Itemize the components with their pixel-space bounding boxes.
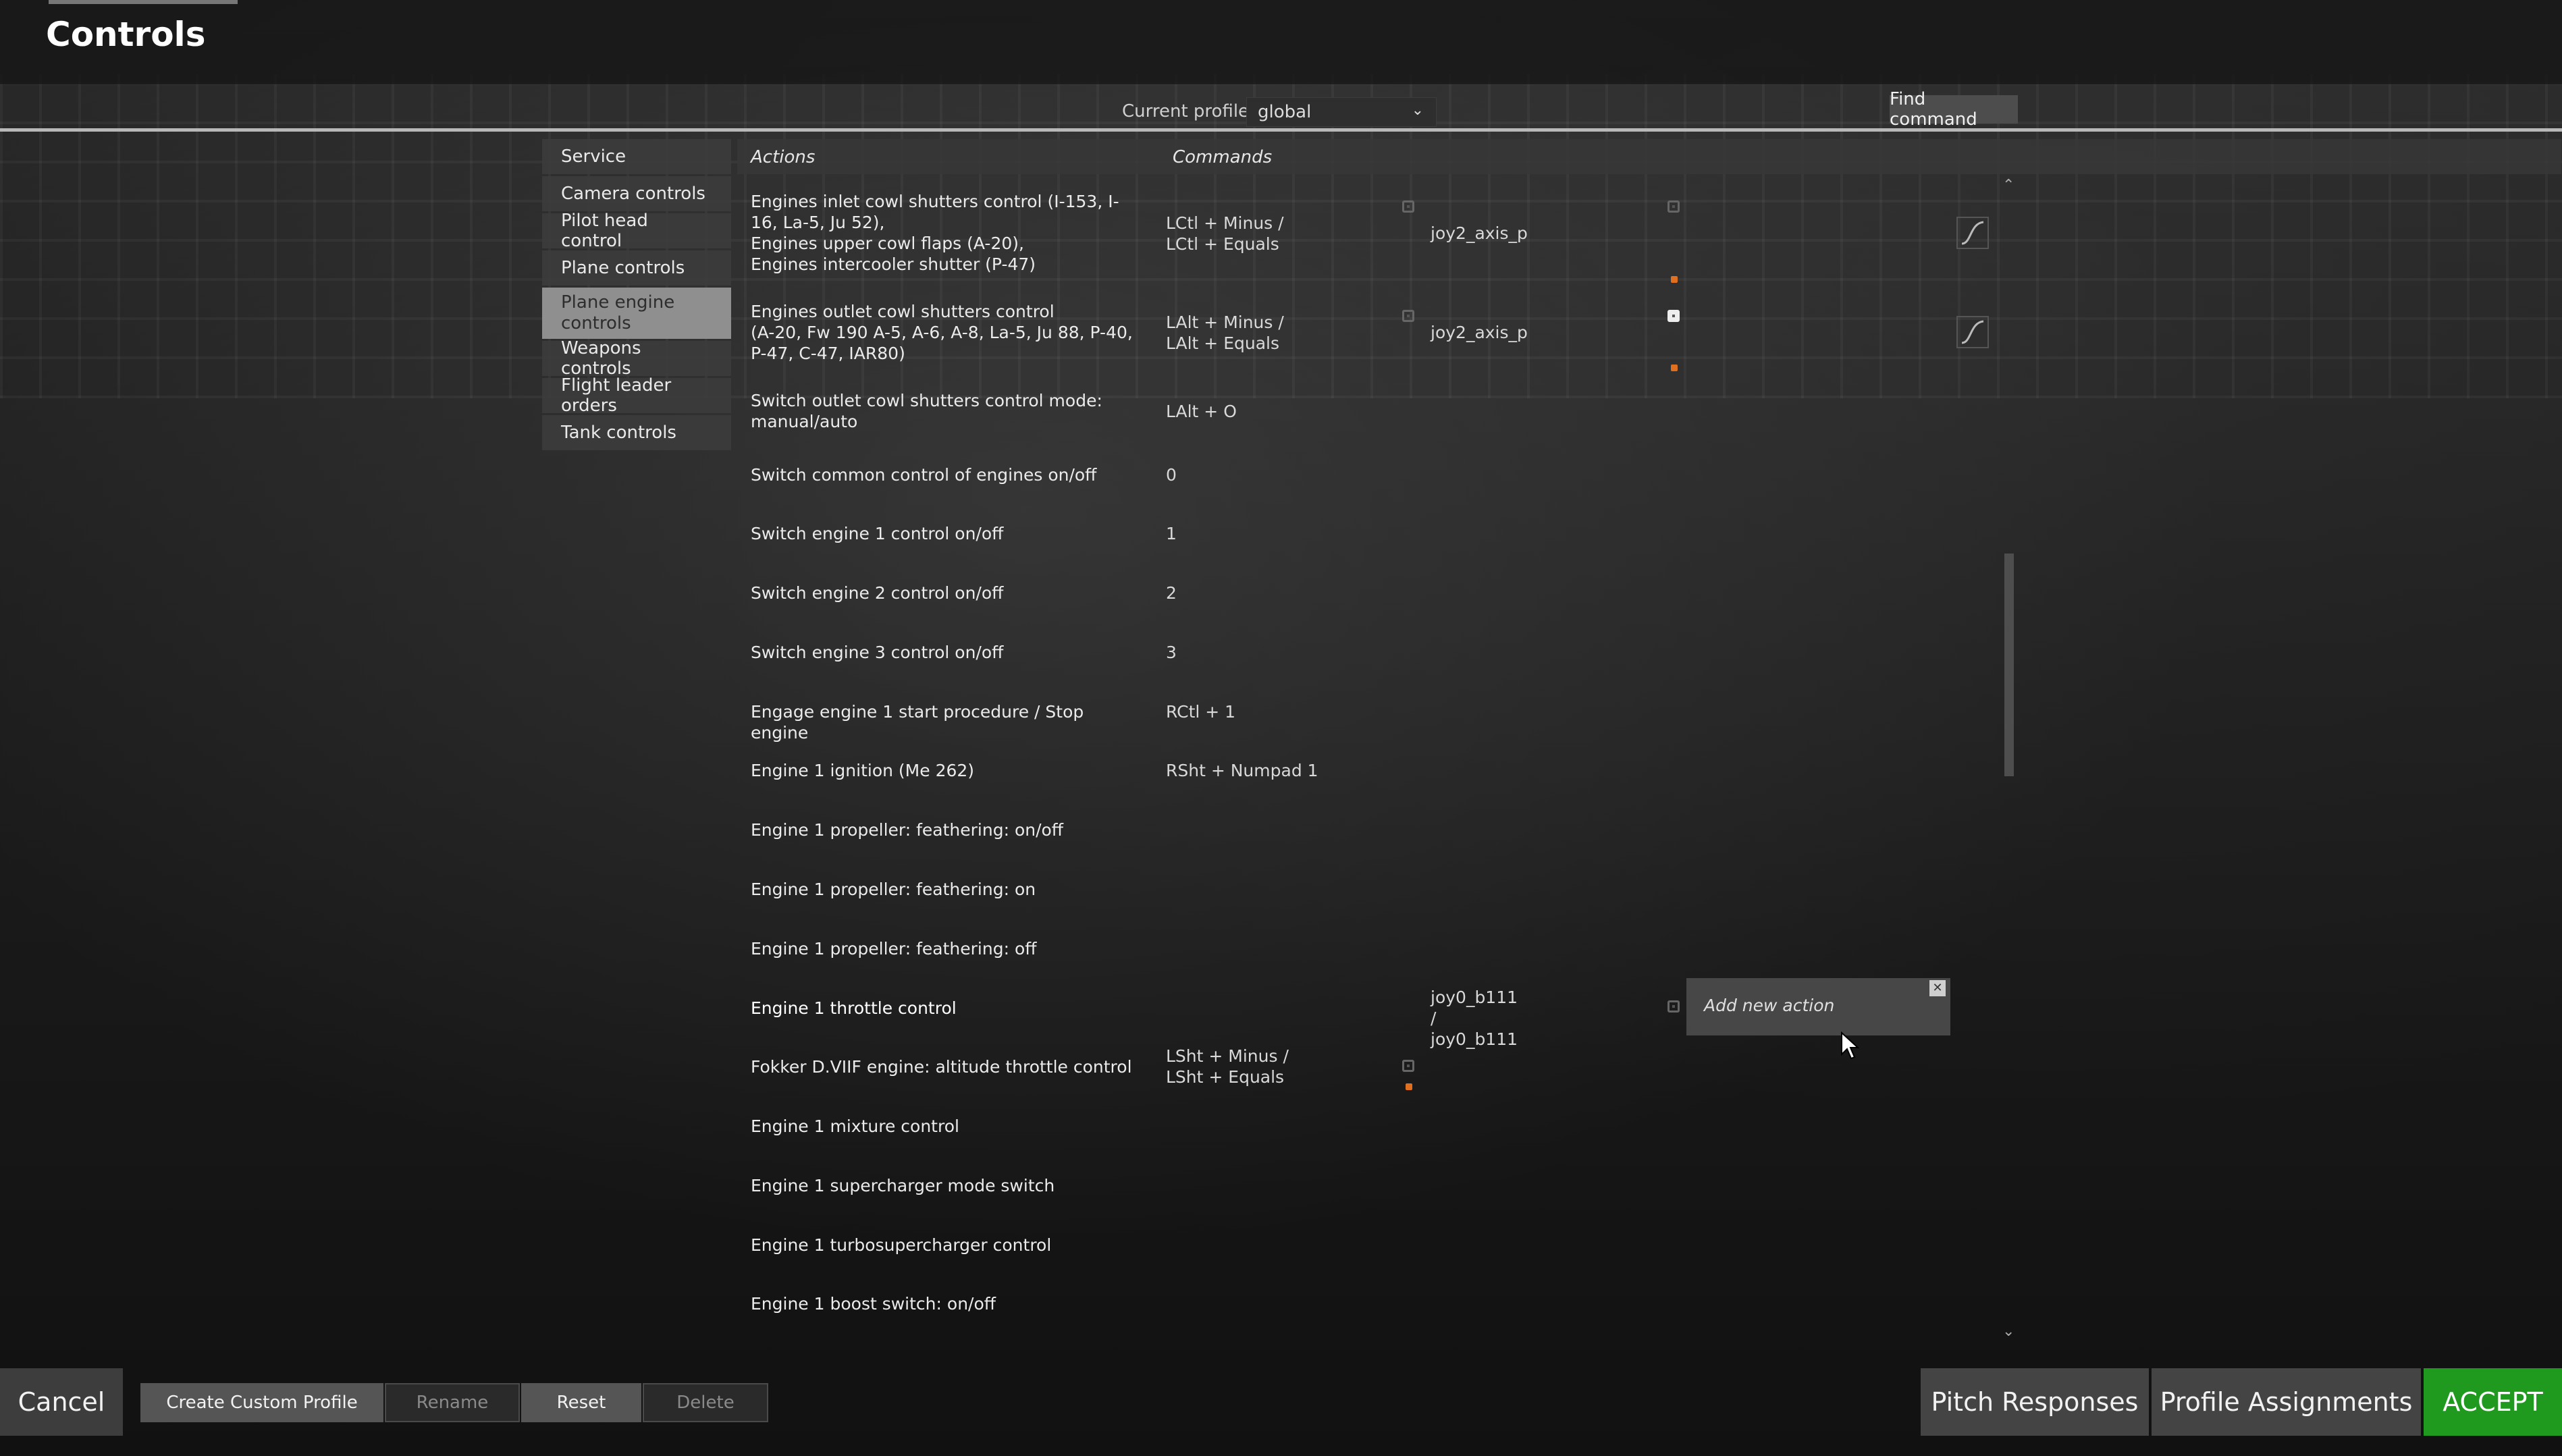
- category-flight-leader-orders[interactable]: Flight leader orders: [542, 375, 731, 416]
- command-cell[interactable]: 1: [1166, 523, 1362, 544]
- category-plane-controls[interactable]: Plane controls: [542, 250, 731, 286]
- page-title: Controls: [46, 15, 206, 54]
- scroll-up-icon[interactable]: ⌃: [2002, 177, 2014, 194]
- action-cell[interactable]: Engine 1 propeller: feathering: on: [751, 879, 1136, 900]
- action-cell[interactable]: Switch engine 2 control on/off: [751, 583, 1136, 603]
- actions-header: Actions: [751, 147, 816, 167]
- action-cell[interactable]: Engine 1 supercharger mode switch: [751, 1175, 1136, 1196]
- action-cell[interactable]: Switch common control of engines on/off: [751, 464, 1136, 485]
- modified-indicator-icon: [1406, 1083, 1412, 1090]
- joystick-cell[interactable]: joy2_axis_p: [1431, 223, 1528, 244]
- action-cell[interactable]: Engage engine 1 start procedure / Stop e…: [751, 701, 1136, 743]
- top-tab-indicator: [49, 0, 238, 4]
- response-curve-icon[interactable]: [1956, 217, 1989, 249]
- command-cell[interactable]: 0: [1166, 464, 1362, 485]
- action-cell[interactable]: Fokker D.VIIF engine: altitude throttle …: [751, 1056, 1136, 1077]
- action-cell[interactable]: Engine 1 propeller: feathering: on/off: [751, 819, 1136, 840]
- accept-button[interactable]: ACCEPT: [2424, 1368, 2562, 1436]
- action-cell[interactable]: Engines inlet cowl shutters control (I-1…: [751, 191, 1136, 275]
- joystick-cell[interactable]: joy0_b111 / joy0_b111: [1431, 987, 1518, 1050]
- command-cell[interactable]: LCtl + Minus / LCtl + Equals: [1166, 213, 1362, 254]
- category-tank-controls[interactable]: Tank controls: [542, 415, 731, 450]
- delete-button[interactable]: Delete: [643, 1383, 768, 1422]
- title-bar: Controls: [0, 0, 2562, 84]
- chevron-down-icon: ⌄: [1411, 102, 1424, 119]
- action-cell[interactable]: Engines outlet cowl shutters control (A-…: [751, 301, 1136, 364]
- binding-settings-icon[interactable]: [1667, 310, 1680, 322]
- table-header: Actions Commands: [737, 139, 2561, 174]
- category-pilot-head-control[interactable]: Pilot head control: [542, 211, 731, 251]
- mouse-cursor-icon: [1841, 1031, 1859, 1060]
- create-custom-profile-button[interactable]: Create Custom Profile: [140, 1383, 383, 1422]
- commands-header: Commands: [1173, 147, 1273, 167]
- binding-settings-icon[interactable]: [1667, 1000, 1680, 1013]
- command-cell[interactable]: LAlt + Minus / LAlt + Equals: [1166, 312, 1362, 354]
- reset-button[interactable]: Reset: [521, 1383, 641, 1422]
- profile-value: global: [1258, 102, 1312, 122]
- current-profile-label: Current profile: [1122, 101, 1250, 122]
- action-cell[interactable]: Switch engine 1 control on/off: [751, 523, 1136, 544]
- command-cell[interactable]: 2: [1166, 583, 1362, 603]
- action-cell[interactable]: Engine 1 turbosupercharger control: [751, 1235, 1136, 1256]
- pitch-responses-button[interactable]: Pitch Responses: [1921, 1368, 2149, 1436]
- action-cell[interactable]: Engine 1 mixture control: [751, 1116, 1136, 1137]
- binding-settings-icon[interactable]: [1402, 1060, 1414, 1072]
- category-plane-engine-controls[interactable]: Plane engine controls: [542, 288, 731, 339]
- action-cell[interactable]: Engine 1 throttle control: [751, 998, 1136, 1019]
- command-cell[interactable]: 3: [1166, 642, 1362, 663]
- category-weapons-controls[interactable]: Weapons controls: [542, 338, 731, 379]
- scroll-down-icon[interactable]: ⌄: [2002, 1323, 2014, 1340]
- command-cell[interactable]: LSht + Minus / LSht + Equals: [1166, 1046, 1362, 1087]
- close-icon[interactable]: ✕: [1929, 980, 1946, 996]
- binding-settings-icon[interactable]: [1667, 200, 1680, 213]
- action-cell[interactable]: Engine 1 ignition (Me 262): [751, 760, 1136, 781]
- header-divider: [0, 128, 2562, 132]
- profile-assignments-button[interactable]: Profile Assignments: [2152, 1368, 2421, 1436]
- binding-settings-icon[interactable]: [1402, 310, 1414, 322]
- modified-indicator-icon: [1671, 276, 1678, 283]
- binding-settings-icon[interactable]: [1402, 200, 1414, 213]
- profile-dropdown[interactable]: global ⌄: [1246, 97, 1437, 127]
- rename-button[interactable]: Rename: [385, 1383, 520, 1422]
- scrollbar-thumb[interactable]: [2004, 554, 2014, 776]
- category-list: Service Camera controls Pilot head contr…: [542, 139, 731, 452]
- command-cell[interactable]: LAlt + O: [1166, 401, 1362, 422]
- command-cell[interactable]: RSht + Numpad 1: [1166, 760, 1362, 781]
- joystick-cell[interactable]: joy2_axis_p: [1431, 322, 1528, 343]
- add-new-action-label: Add new action: [1704, 996, 1835, 1015]
- category-camera-controls[interactable]: Camera controls: [542, 176, 731, 211]
- action-cell[interactable]: Switch outlet cowl shutters control mode…: [751, 390, 1136, 432]
- find-command-button[interactable]: Find command: [1890, 89, 2018, 130]
- response-curve-icon[interactable]: [1956, 316, 1989, 348]
- modified-indicator-icon: [1671, 365, 1678, 371]
- command-cell[interactable]: RCtl + 1: [1166, 701, 1362, 722]
- cancel-button[interactable]: Cancel: [0, 1368, 123, 1436]
- action-cell[interactable]: Engine 1 propeller: feathering: off: [751, 938, 1136, 959]
- action-cell[interactable]: Engine 1 boost switch: on/off: [751, 1293, 1136, 1314]
- action-cell[interactable]: Switch engine 3 control on/off: [751, 642, 1136, 663]
- add-new-action-box[interactable]: Add new action: [1686, 978, 1950, 1035]
- category-service[interactable]: Service: [542, 139, 731, 174]
